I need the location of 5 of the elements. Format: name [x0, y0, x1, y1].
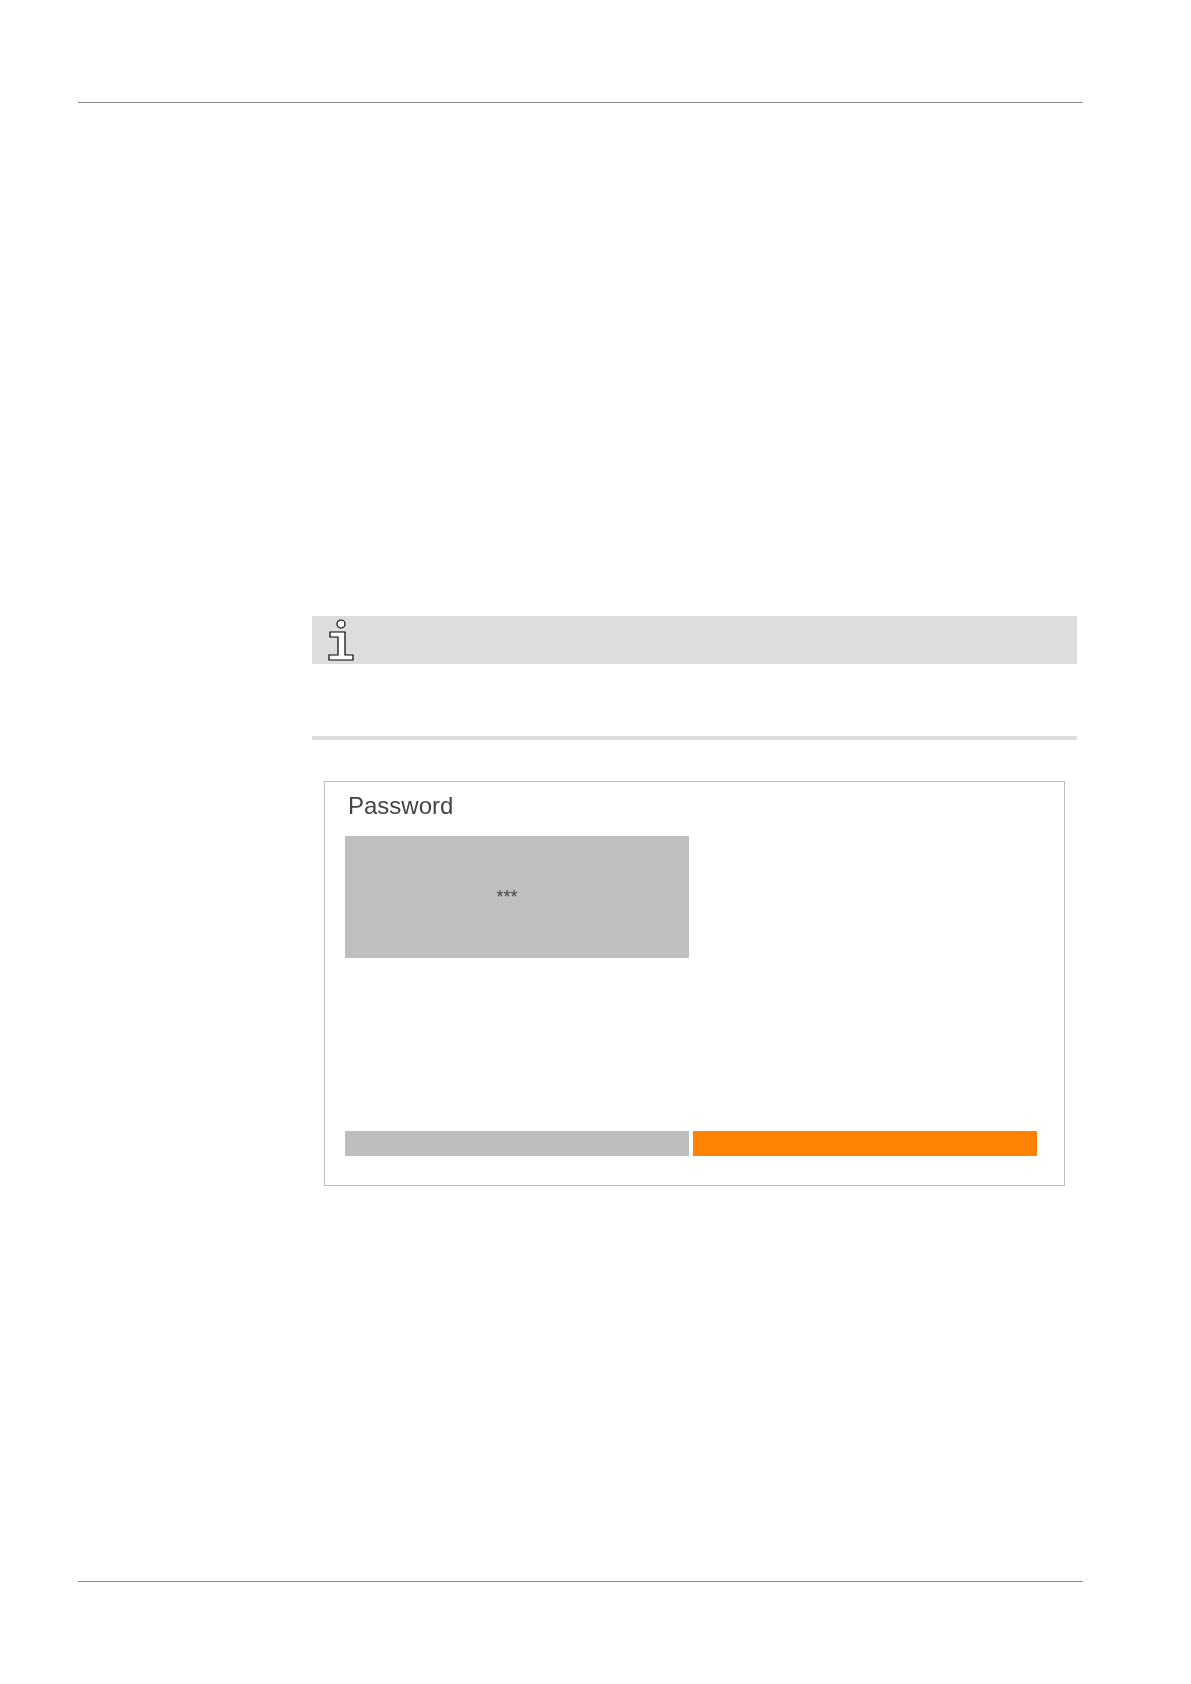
dialog-button[interactable] — [693, 1131, 1037, 1156]
dialog-button[interactable] — [345, 1131, 689, 1156]
password-field[interactable]: *** — [345, 836, 689, 958]
info-icon — [326, 619, 356, 661]
dialog-title: Password — [348, 792, 454, 820]
